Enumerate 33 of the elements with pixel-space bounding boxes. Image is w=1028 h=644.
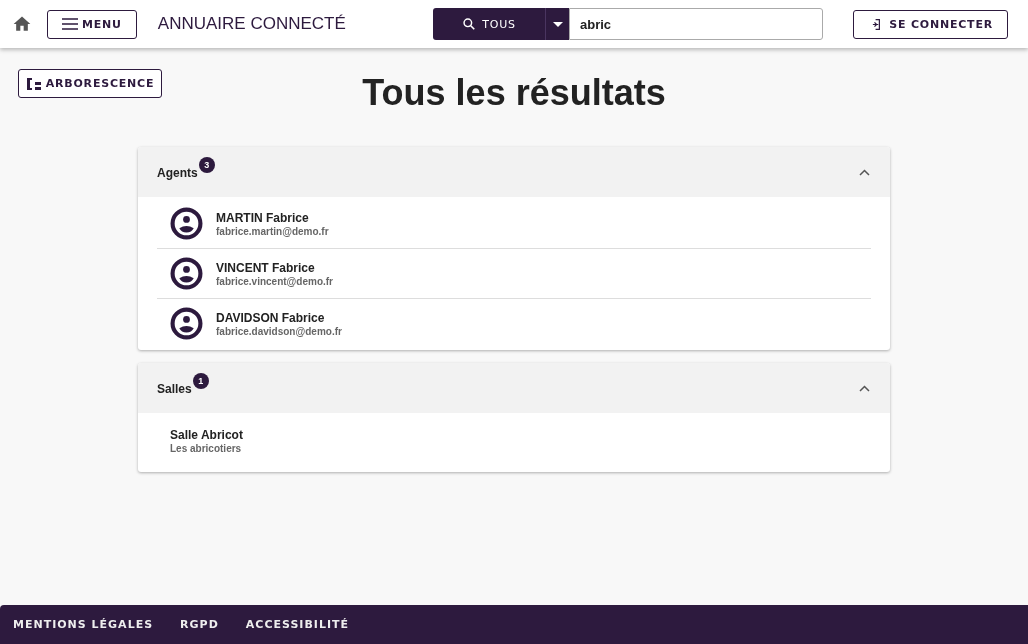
- result-name[interactable]: VINCENT Fabrice: [216, 260, 333, 275]
- section-header[interactable]: Salles 1: [138, 363, 890, 413]
- footer-link[interactable]: MENTIONS LÉGALES: [13, 618, 154, 631]
- footer-link[interactable]: ACCESSIBILITÉ: [245, 618, 349, 631]
- result-name[interactable]: MARTIN Fabrice: [216, 210, 329, 225]
- menu-icon: [62, 18, 78, 30]
- footer-link[interactable]: RGPD: [180, 618, 219, 631]
- section-title: Salles: [157, 382, 192, 396]
- person-icon: [170, 207, 203, 240]
- login-button[interactable]: SE CONNECTER: [853, 9, 1008, 39]
- count-badge: 1: [192, 373, 209, 389]
- search-icon: [462, 17, 477, 31]
- person-icon: [170, 307, 203, 340]
- result-detail: fabrice.davidson@demo.fr: [216, 325, 342, 337]
- tree-icon: [25, 76, 42, 91]
- person-icon: [170, 257, 203, 290]
- tree-view-button[interactable]: ARBORESCENCE: [18, 69, 162, 98]
- count-badge: 3: [198, 157, 215, 173]
- result-detail: fabrice.vincent@demo.fr: [216, 275, 333, 287]
- menu-button[interactable]: MENU: [47, 9, 137, 39]
- page-title: Tous les résultats: [361, 72, 667, 114]
- caret-icon: [552, 21, 563, 27]
- search-scope-button[interactable]: TOUS: [433, 8, 545, 40]
- search-field[interactable]: abric: [569, 8, 823, 40]
- section-title: Agents: [157, 166, 198, 180]
- result-detail: fabrice.martin@demo.fr: [216, 225, 329, 237]
- dropdown-button[interactable]: [545, 8, 569, 40]
- result-name[interactable]: DAVIDSON Fabrice: [216, 310, 342, 325]
- home-icon[interactable]: [12, 14, 32, 34]
- result-name[interactable]: Salle Abricot: [170, 427, 243, 442]
- result-detail: Les abricotiers: [170, 442, 243, 454]
- app-title: ANNUAIRE CONNECTÉ: [157, 14, 347, 34]
- section-header[interactable]: Agents 3: [138, 147, 890, 197]
